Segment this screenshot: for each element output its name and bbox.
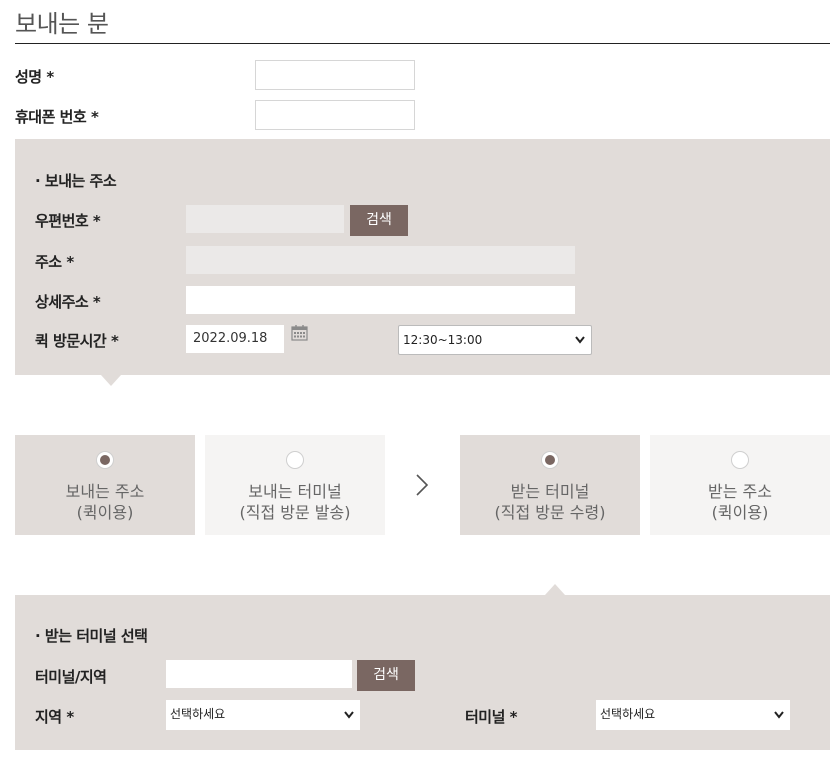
name-label: 성명 *: [15, 68, 54, 86]
detail-address-label: 상세주소 *: [35, 293, 101, 311]
step-sublabel: (직접 방문 발송): [239, 503, 351, 522]
visit-date-input[interactable]: 2022.09.18: [186, 325, 284, 353]
detail-address-input[interactable]: [186, 286, 575, 314]
step-sublabel: (퀵이용): [76, 503, 134, 522]
zip-search-button[interactable]: 검색: [350, 205, 408, 236]
visit-time-select[interactable]: 12:30~13:00: [398, 325, 592, 355]
region-select[interactable]: 선택하세요: [166, 700, 360, 730]
chevron-down-icon: [575, 326, 585, 365]
step-label: 보내는 주소: [65, 482, 145, 501]
address-label: 주소 *: [35, 253, 74, 271]
step-sublabel: (퀵이용): [711, 503, 769, 522]
chevron-right-icon: [414, 473, 430, 501]
send-address-heading: · 보내는 주소: [35, 172, 117, 190]
zip-input[interactable]: [186, 205, 344, 233]
address-input[interactable]: [186, 246, 575, 274]
step-radio-icon[interactable]: [731, 451, 749, 469]
step-send-terminal[interactable]: 보내는 터미널 (직접 방문 발송): [205, 435, 385, 535]
step-receive-address[interactable]: 받는 주소 (퀵이용): [650, 435, 830, 535]
step-send-address[interactable]: 보내는 주소 (퀵이용): [15, 435, 195, 535]
step-radio-icon[interactable]: [541, 451, 559, 469]
step-radio-icon[interactable]: [96, 451, 114, 469]
terminal-search-button[interactable]: 검색: [357, 660, 415, 691]
step-label: 보내는 터미널: [248, 482, 342, 501]
title-divider: [15, 43, 830, 44]
receive-terminal-heading: · 받는 터미널 선택: [35, 627, 148, 645]
terminal-label: 터미널 *: [465, 708, 517, 726]
step-receive-terminal[interactable]: 받는 터미널 (직접 방문 수령): [460, 435, 640, 535]
step-sublabel: (직접 방문 수령): [494, 503, 606, 522]
phone-input[interactable]: [255, 100, 415, 130]
step-radio-icon[interactable]: [286, 451, 304, 469]
terminal-select-value: 선택하세요: [600, 707, 656, 721]
step-label: 받는 터미널: [510, 482, 590, 501]
chevron-down-icon: [344, 700, 354, 739]
page-title: 보내는 분: [15, 10, 109, 38]
phone-label: 휴대폰 번호 *: [15, 108, 99, 126]
zip-label: 우편번호 *: [35, 212, 101, 230]
terminal-select[interactable]: 선택하세요: [596, 700, 790, 730]
calendar-icon[interactable]: [291, 324, 308, 345]
visit-time-label: 퀵 방문시간 *: [35, 332, 119, 350]
terminal-search-input[interactable]: [166, 660, 352, 688]
visit-time-value: 12:30~13:00: [403, 333, 483, 347]
terminal-region-label: 터미널/지역: [35, 668, 107, 686]
region-select-value: 선택하세요: [170, 707, 226, 721]
panel-pointer: [101, 375, 121, 386]
name-input[interactable]: [255, 60, 415, 90]
region-label: 지역 *: [35, 708, 74, 726]
panel-pointer: [545, 584, 565, 595]
chevron-down-icon: [774, 700, 784, 739]
step-label: 받는 주소: [708, 482, 772, 501]
